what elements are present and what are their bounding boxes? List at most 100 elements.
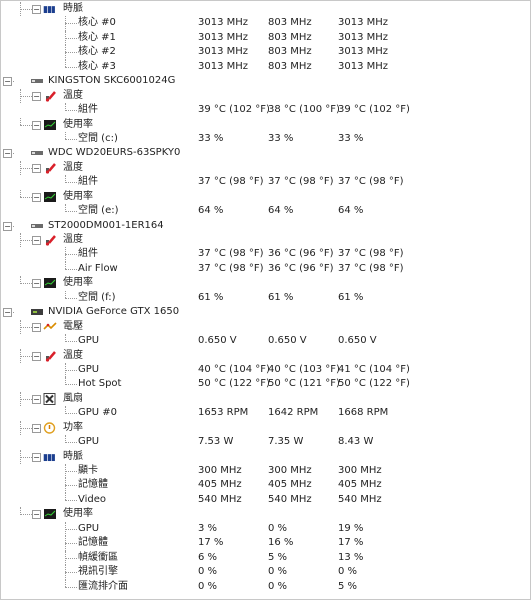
current-value: 7.53 W bbox=[198, 436, 234, 448]
min-value: 803 MHz bbox=[268, 46, 312, 58]
sensor-group-row[interactable]: − ▮▮▮ 時脈 bbox=[0, 449, 529, 464]
max-value: 0 % bbox=[338, 566, 358, 578]
fan-icon bbox=[43, 392, 57, 405]
max-value: 39 °C (102 °F) bbox=[338, 104, 410, 116]
collapse-toggle[interactable]: − bbox=[32, 120, 41, 130]
sensor-row[interactable]: Air Flow 37 °C (98 °F) 36 °C (96 °F) 37 °C … bbox=[0, 261, 529, 276]
sensor-label: GPU bbox=[78, 363, 100, 375]
collapse-toggle[interactable]: − bbox=[32, 351, 41, 361]
sensor-row[interactable]: 核心 #1 3013 MHz 803 MHz 3013 MHz bbox=[0, 30, 529, 46]
min-value: 16 % bbox=[268, 537, 294, 549]
sensor-label: 記憶體 bbox=[78, 537, 108, 549]
min-value: 405 MHz bbox=[268, 479, 312, 491]
collapse-toggle[interactable]: − bbox=[32, 163, 41, 173]
device-label: KINGSTON SKC6001024G bbox=[48, 75, 176, 87]
sensor-group-row[interactable]: − 溫度 bbox=[0, 348, 529, 363]
sensor-group-row[interactable]: − 使用率 bbox=[0, 189, 529, 204]
sensor-label: GPU bbox=[78, 335, 100, 347]
sensor-row[interactable]: 空間 (f:) 61 % 61 % 61 % bbox=[0, 290, 529, 305]
sensor-row[interactable]: GPU #0 1653 RPM 1642 RPM 1668 RPM bbox=[0, 406, 529, 420]
thermometer-icon bbox=[43, 162, 57, 174]
sensor-row[interactable]: Hot Spot 50 °C (122 °F) 50 °C (121 °F) 50 °… bbox=[0, 377, 529, 391]
collapse-toggle[interactable]: − bbox=[32, 236, 41, 245]
sensor-group-label: 溫度 bbox=[63, 349, 83, 361]
sensor-group-label: 電壓 bbox=[63, 320, 83, 332]
collapse-toggle[interactable]: − bbox=[32, 423, 41, 433]
sensor-group-row[interactable]: − 溫度 bbox=[0, 233, 529, 248]
sensor-row[interactable]: 顯卡 300 MHz 300 MHz 300 MHz bbox=[0, 464, 529, 479]
sensor-row[interactable]: 組件 37 °C (98 °F) 36 °C (96 °F) 37 °C (98 °F… bbox=[0, 247, 529, 262]
max-value: 3013 MHz bbox=[338, 60, 389, 72]
collapse-toggle[interactable]: − bbox=[32, 322, 41, 332]
sensor-row[interactable]: 記憶體 17 % 16 % 17 % bbox=[0, 536, 529, 551]
sensor-row[interactable]: 空間 (e:) 64 % 64 % 64 % bbox=[0, 204, 529, 218]
sensor-row[interactable]: 組件 37 °C (98 °F) 37 °C (98 °F) 37 °C (98 °F… bbox=[0, 175, 529, 189]
collapse-toggle[interactable]: − bbox=[32, 5, 41, 14]
device-row[interactable]: − ST2000DM001-1ER164 bbox=[0, 219, 529, 233]
sensor-label: Hot Spot bbox=[78, 378, 122, 390]
sensor-group-row[interactable]: − ▮▮▮ 時脈 bbox=[0, 2, 529, 17]
sensor-row[interactable]: 空間 (c:) 33 % 33 % 33 % bbox=[0, 131, 529, 146]
max-value: 3013 MHz bbox=[338, 46, 389, 58]
max-value: 1668 RPM bbox=[338, 407, 389, 419]
sensor-row[interactable]: 核心 #0 3013 MHz 803 MHz 3013 MHz bbox=[0, 16, 529, 31]
sensor-group-row[interactable]: − 使用率 bbox=[0, 117, 529, 132]
sensor-group-row[interactable]: − 溫度 bbox=[0, 160, 529, 176]
collapse-toggle[interactable]: − bbox=[32, 91, 41, 101]
device-row[interactable]: − NVIDIA GeForce GTX 1650 bbox=[0, 305, 529, 319]
sensor-row[interactable]: GPU 40 °C (104 °F) 40 °C (103 °F) 41 °C (10… bbox=[0, 362, 529, 378]
min-value: 1642 RPM bbox=[268, 407, 319, 419]
sensor-group-row[interactable]: − 電壓 bbox=[0, 319, 529, 335]
sensor-row[interactable]: 記憶體 405 MHz 405 MHz 405 MHz bbox=[0, 478, 529, 493]
sensor-group-row[interactable]: − 功率 bbox=[0, 420, 529, 436]
sensor-group-label: 使用率 bbox=[63, 118, 93, 130]
sensor-row[interactable]: 幀緩衝區 6 % 5 % 13 % bbox=[0, 550, 529, 566]
max-value: 64 % bbox=[338, 205, 364, 217]
device-row[interactable]: − KINGSTON SKC6001024G bbox=[0, 74, 529, 88]
collapse-toggle[interactable]: − bbox=[32, 279, 41, 289]
device-label: ST2000DM001-1ER164 bbox=[48, 219, 164, 231]
sensor-group-row[interactable]: − 使用率 bbox=[0, 276, 529, 290]
current-value: 6 % bbox=[198, 551, 218, 563]
usage-icon bbox=[43, 277, 57, 289]
sensor-label: 組件 bbox=[78, 104, 98, 116]
collapse-toggle[interactable]: − bbox=[32, 510, 41, 520]
collapse-toggle[interactable]: − bbox=[3, 77, 12, 87]
sensor-row[interactable]: GPU 3 % 0 % 19 % bbox=[0, 521, 529, 537]
collapse-toggle[interactable]: − bbox=[32, 192, 41, 202]
sensor-row[interactable]: Video 540 MHz 540 MHz 540 MHz bbox=[0, 492, 529, 507]
min-value: 540 MHz bbox=[268, 493, 312, 505]
device-row[interactable]: − WDC WD20EURS-63SPKY0 bbox=[0, 146, 529, 160]
sensor-group-row[interactable]: − 溫度 bbox=[0, 88, 529, 104]
drive-icon bbox=[30, 75, 44, 87]
min-value: 7.35 W bbox=[268, 436, 304, 448]
max-value: 50 °C (122 °F) bbox=[338, 378, 410, 390]
sensor-group-label: 使用率 bbox=[63, 190, 93, 202]
sensor-label: 匯流排介面 bbox=[78, 580, 128, 592]
collapse-toggle[interactable]: − bbox=[3, 308, 12, 318]
sensor-label: GPU bbox=[78, 522, 100, 534]
current-value: 37 °C (98 °F) bbox=[198, 262, 264, 274]
sensor-row[interactable]: 核心 #2 3013 MHz 803 MHz 3013 MHz bbox=[0, 45, 529, 60]
sensor-row[interactable]: GPU 7.53 W 7.35 W 8.43 W bbox=[0, 435, 529, 449]
current-value: 540 MHz bbox=[198, 493, 242, 505]
sensor-row[interactable]: 視訊引擎 0 % 0 % 0 % bbox=[0, 565, 529, 580]
current-value: 0 % bbox=[198, 566, 218, 578]
device-label: WDC WD20EURS-63SPKY0 bbox=[48, 147, 181, 159]
sensor-group-row[interactable]: − 使用率 bbox=[0, 507, 529, 521]
sensor-row[interactable]: 組件 39 °C (102 °F) 38 °C (100 °F) 39 °C (102… bbox=[0, 103, 529, 117]
sensor-group-row[interactable]: − 風扇 bbox=[0, 391, 529, 407]
sensor-row[interactable]: GPU 0.650 V 0.650 V 0.650 V bbox=[0, 334, 529, 348]
min-value: 38 °C (100 °F) bbox=[268, 104, 340, 116]
sensor-row[interactable]: 匯流排介面 0 % 0 % 5 % bbox=[0, 579, 529, 594]
collapse-toggle[interactable]: − bbox=[3, 221, 12, 231]
current-value: 39 °C (102 °F) bbox=[198, 104, 270, 116]
voltage-icon bbox=[43, 321, 57, 333]
max-value: 3013 MHz bbox=[338, 31, 389, 43]
max-value: 61 % bbox=[338, 291, 364, 303]
collapse-toggle[interactable]: − bbox=[32, 452, 41, 462]
collapse-toggle[interactable]: − bbox=[3, 149, 12, 159]
current-value: 405 MHz bbox=[198, 479, 242, 491]
collapse-toggle[interactable]: − bbox=[32, 394, 41, 404]
sensor-row[interactable]: 核心 #3 3013 MHz 803 MHz 3013 MHz bbox=[0, 59, 529, 74]
